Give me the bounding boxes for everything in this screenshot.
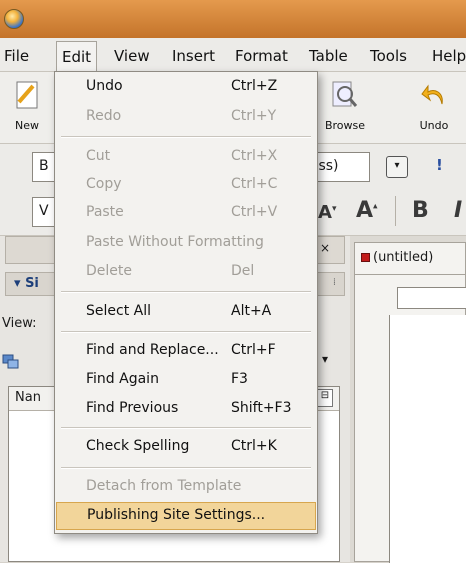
menu-item-publishing-settings[interactable]: Publishing Site Settings... bbox=[56, 502, 316, 530]
copy-shortcut: Ctrl+C bbox=[231, 176, 278, 192]
check-spelling-shortcut: Ctrl+K bbox=[231, 438, 277, 454]
find-again-shortcut: F3 bbox=[231, 371, 248, 387]
menu-item-undo[interactable]: Undo Ctrl+Z bbox=[56, 74, 316, 102]
column-picker-icon[interactable]: ⊟ bbox=[317, 389, 333, 407]
new-button[interactable]: New bbox=[6, 80, 48, 132]
redo-shortcut: Ctrl+Y bbox=[231, 108, 277, 124]
edit-menu: Undo Ctrl+Z Redo Ctrl+Y Cut Ctrl+X Copy … bbox=[54, 71, 318, 534]
smaller-text-label: A bbox=[318, 202, 332, 223]
paste-shortcut: Ctrl+V bbox=[231, 204, 278, 220]
undo-shortcut: Ctrl+Z bbox=[231, 78, 278, 94]
new-document-icon bbox=[6, 80, 48, 113]
view-label: View: bbox=[2, 316, 37, 331]
modified-document-icon bbox=[361, 253, 370, 262]
chevron-down-icon: ▾ bbox=[394, 160, 400, 171]
menu-item-find-replace[interactable]: Find and Replace... Ctrl+F bbox=[56, 338, 316, 366]
delete-shortcut: Del bbox=[231, 263, 255, 279]
undo-label: Undo bbox=[86, 78, 123, 94]
menu-separator bbox=[61, 467, 311, 469]
larger-text-button[interactable]: A▴ bbox=[356, 198, 378, 223]
publishing-settings-label: Publishing Site Settings... bbox=[87, 507, 266, 523]
find-replace-label: Find and Replace... bbox=[86, 342, 219, 358]
undo-arrow-icon bbox=[412, 80, 456, 113]
menu-item-paste[interactable]: Paste Ctrl+V bbox=[56, 200, 316, 228]
menu-item-detach-template[interactable]: Detach from Template bbox=[56, 474, 316, 502]
select-all-label: Select All bbox=[86, 303, 151, 319]
menu-separator bbox=[61, 136, 311, 138]
find-replace-shortcut: Ctrl+F bbox=[231, 342, 276, 358]
menu-view[interactable]: View bbox=[114, 47, 150, 65]
dropdown-arrow-icon[interactable]: ▾ bbox=[322, 352, 328, 366]
menubar: File Edit View Insert Format Table Tools… bbox=[0, 38, 466, 72]
grip-icon[interactable]: ⁞ bbox=[333, 277, 336, 288]
menu-item-cut[interactable]: Cut Ctrl+X bbox=[56, 144, 316, 172]
smaller-text-button[interactable]: A▾ bbox=[318, 202, 336, 223]
browse-button[interactable]: Browse bbox=[320, 80, 370, 132]
menu-item-paste-without-formatting[interactable]: Paste Without Formatting bbox=[56, 230, 316, 258]
menu-item-select-all[interactable]: Select All Alt+A bbox=[56, 299, 316, 327]
decrease-arrow-icon: ▾ bbox=[331, 204, 337, 214]
menu-item-check-spelling[interactable]: Check Spelling Ctrl+K bbox=[56, 434, 316, 462]
bold-button[interactable]: B bbox=[412, 198, 429, 223]
menu-format[interactable]: Format bbox=[235, 47, 288, 65]
find-previous-shortcut: Shift+F3 bbox=[231, 400, 292, 416]
magnifier-icon bbox=[320, 80, 370, 113]
menu-item-delete[interactable]: Delete Del bbox=[56, 259, 316, 287]
menu-file[interactable]: File bbox=[4, 47, 29, 65]
menu-item-copy[interactable]: Copy Ctrl+C bbox=[56, 172, 316, 200]
window-titlebar bbox=[0, 0, 466, 38]
new-button-label: New bbox=[15, 119, 39, 132]
menu-item-find-again[interactable]: Find Again F3 bbox=[56, 367, 316, 395]
copy-label: Copy bbox=[86, 176, 122, 192]
cut-shortcut: Ctrl+X bbox=[231, 148, 278, 164]
paragraph-format-value: B bbox=[39, 158, 49, 174]
larger-text-label: A bbox=[356, 198, 374, 223]
document-tab-label: (untitled) bbox=[373, 250, 434, 265]
find-again-label: Find Again bbox=[86, 371, 159, 387]
find-previous-label: Find Previous bbox=[86, 400, 179, 416]
name-column-label: Nan bbox=[15, 390, 41, 405]
browse-button-label: Browse bbox=[324, 119, 366, 132]
check-spelling-label: Check Spelling bbox=[86, 438, 190, 454]
document-tab[interactable]: (untitled) bbox=[354, 242, 466, 274]
document-ruler-field[interactable] bbox=[397, 287, 466, 309]
increase-arrow-icon: ▴ bbox=[373, 201, 378, 212]
menu-separator bbox=[61, 427, 311, 429]
undo-button-label: Undo bbox=[419, 119, 449, 132]
select-all-shortcut: Alt+A bbox=[231, 303, 272, 319]
menu-item-redo[interactable]: Redo Ctrl+Y bbox=[56, 104, 316, 132]
redo-label: Redo bbox=[86, 108, 122, 124]
menu-item-find-previous[interactable]: Find Previous Shift+F3 bbox=[56, 396, 316, 424]
collapse-triangle-icon: ▾ bbox=[14, 276, 26, 291]
font-combo-value: V bbox=[39, 203, 49, 219]
document-canvas[interactable] bbox=[389, 315, 466, 563]
class-dropdown-button[interactable]: ▾ bbox=[386, 156, 408, 178]
menu-separator bbox=[61, 291, 311, 293]
cut-label: Cut bbox=[86, 148, 111, 164]
site-section-title: ▾ Si bbox=[14, 276, 39, 291]
panel-close-icon[interactable]: × bbox=[320, 241, 330, 255]
toolbar-divider bbox=[395, 196, 396, 226]
menu-help[interactable]: Help bbox=[432, 47, 466, 65]
site-title-text: Si bbox=[25, 276, 39, 291]
menu-edit[interactable]: Edit bbox=[56, 41, 98, 72]
delete-label: Delete bbox=[86, 263, 132, 279]
paste-without-formatting-label: Paste Without Formatting bbox=[86, 234, 264, 250]
menu-table[interactable]: Table bbox=[309, 47, 348, 65]
document-area: (untitled) bbox=[350, 236, 466, 563]
app-logo-icon[interactable] bbox=[4, 9, 24, 29]
menu-insert[interactable]: Insert bbox=[172, 47, 215, 65]
menu-tools[interactable]: Tools bbox=[370, 47, 407, 65]
site-manager-icon[interactable] bbox=[2, 354, 20, 374]
italic-button[interactable]: I bbox=[454, 198, 462, 223]
detach-template-label: Detach from Template bbox=[86, 478, 242, 494]
paste-label: Paste bbox=[86, 204, 124, 220]
document-frame bbox=[354, 274, 466, 563]
exclaim-button[interactable]: ! bbox=[436, 156, 443, 174]
menu-separator bbox=[61, 331, 311, 333]
undo-button[interactable]: Undo bbox=[412, 80, 456, 132]
